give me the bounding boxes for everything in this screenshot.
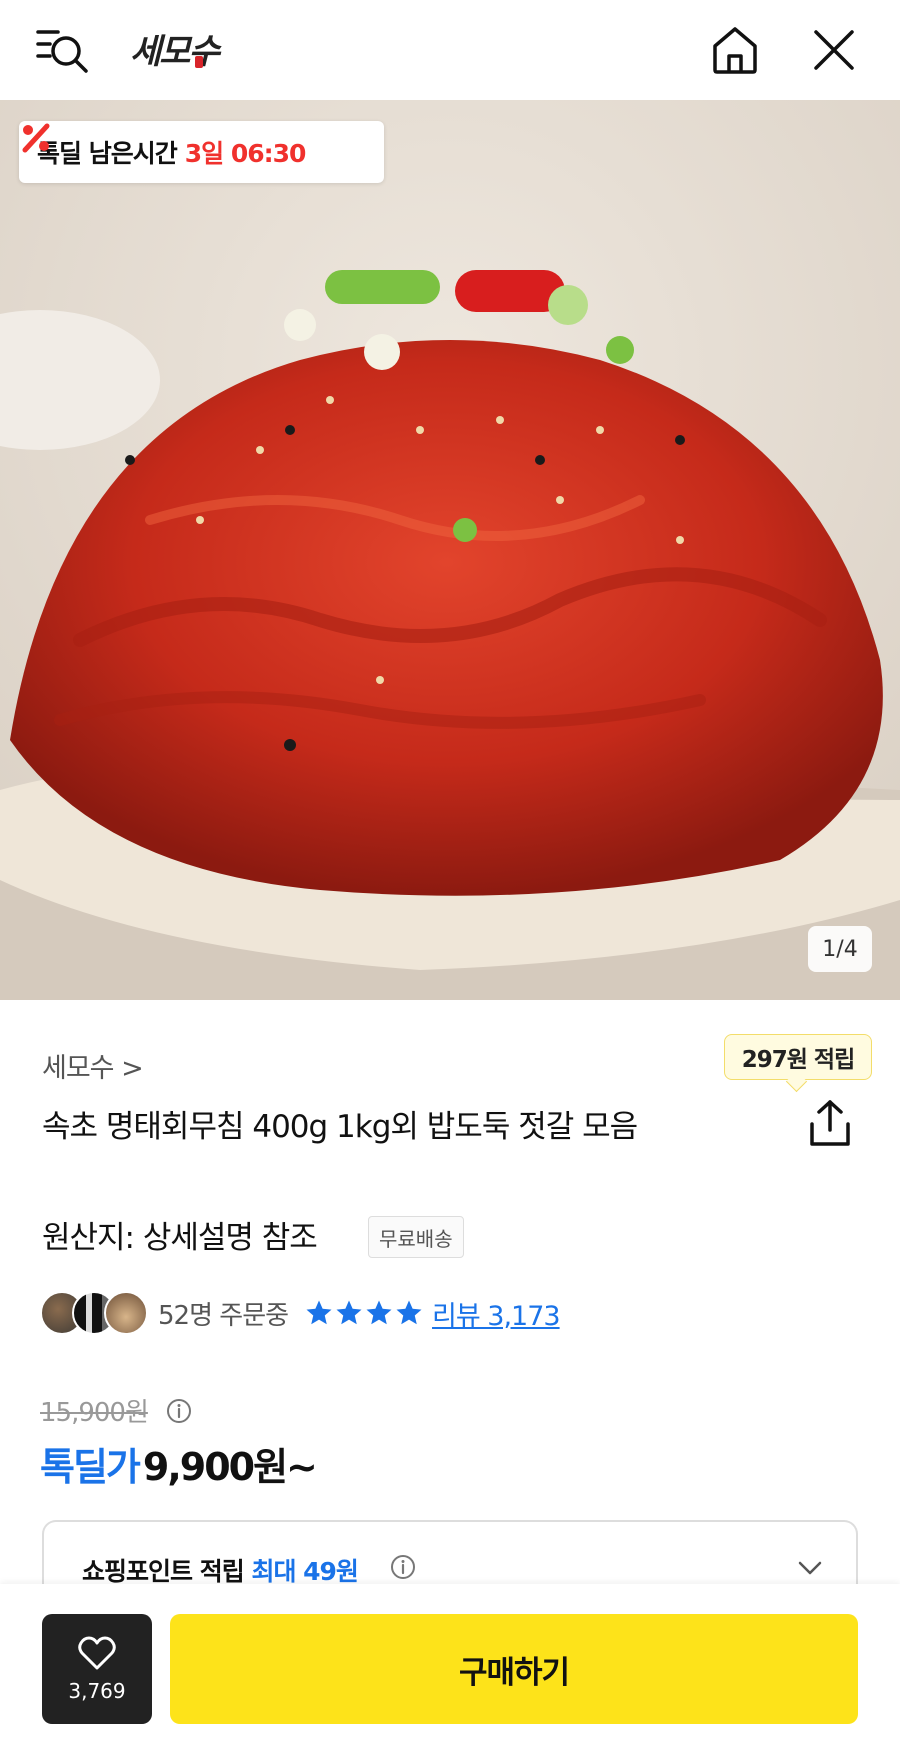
deal-price-row: 톡딜가 9,900원~	[40, 1436, 318, 1491]
logo-seal-icon	[195, 56, 203, 68]
home-icon[interactable]	[710, 24, 760, 76]
shopping-points-text: 쇼핑포인트 적립 최대 49원	[82, 1552, 359, 1588]
shopping-points-max: 최대 49원	[251, 1557, 358, 1586]
deal-timer-value: 3일 06:30	[184, 139, 307, 168]
close-icon[interactable]	[812, 28, 856, 72]
info-icon[interactable]	[390, 1554, 416, 1580]
product-origin: 원산지: 상세설명 참조	[42, 1220, 318, 1256]
product-photo	[0, 100, 900, 1000]
product-title: 속초 명태회무침 400g 1kg외 밥도둑 젓갈 모음	[42, 1109, 638, 1145]
star-icon	[306, 1300, 332, 1325]
heart-icon	[78, 1636, 116, 1670]
top-bar: 세모수	[0, 0, 900, 100]
seller-link[interactable]: 세모수 >	[42, 1046, 144, 1085]
free-shipping-badge: 무료배송	[368, 1216, 464, 1258]
like-count: 3,769	[68, 1679, 126, 1703]
image-page-indicator: 1/4	[808, 926, 872, 972]
bottom-action-bar: 3,769 구매하기	[0, 1584, 900, 1760]
deal-price-label: 톡딜가	[40, 1445, 141, 1489]
order-count: 52명 주문중	[158, 1300, 289, 1331]
deal-timer-badge: 톡딜 남은시간 3일 06:30	[19, 121, 384, 183]
social-proof-row: 52명 주문중 리뷰 3,173	[40, 1290, 561, 1336]
star-icon	[366, 1300, 392, 1325]
points-bubble: 297원 적립	[724, 1034, 872, 1080]
rating-stars	[304, 1298, 424, 1328]
star-icon	[336, 1300, 362, 1325]
star-icon	[396, 1300, 422, 1325]
store-logo[interactable]: 세모수	[130, 24, 220, 76]
original-price: 15,900원	[40, 1398, 149, 1428]
product-image-carousel[interactable]: 톡딜 남은시간 3일 06:30 1/4	[0, 100, 900, 1000]
like-button[interactable]: 3,769	[42, 1614, 152, 1724]
chevron-down-icon[interactable]	[796, 1558, 824, 1578]
review-link[interactable]: 리뷰 3,173	[432, 1294, 561, 1333]
menu-search-icon[interactable]	[36, 26, 92, 76]
deal-price: 9,900원~	[142, 1445, 318, 1489]
share-icon[interactable]	[806, 1098, 854, 1148]
buy-button[interactable]: 구매하기	[170, 1614, 858, 1724]
deal-timer-label: 톡딜 남은시간	[37, 139, 178, 168]
buyer-avatars	[40, 1291, 150, 1335]
avatar	[104, 1291, 148, 1335]
info-icon[interactable]	[166, 1398, 192, 1424]
percent-icon	[22, 123, 50, 153]
shopping-points-label: 쇼핑포인트 적립	[82, 1557, 245, 1586]
